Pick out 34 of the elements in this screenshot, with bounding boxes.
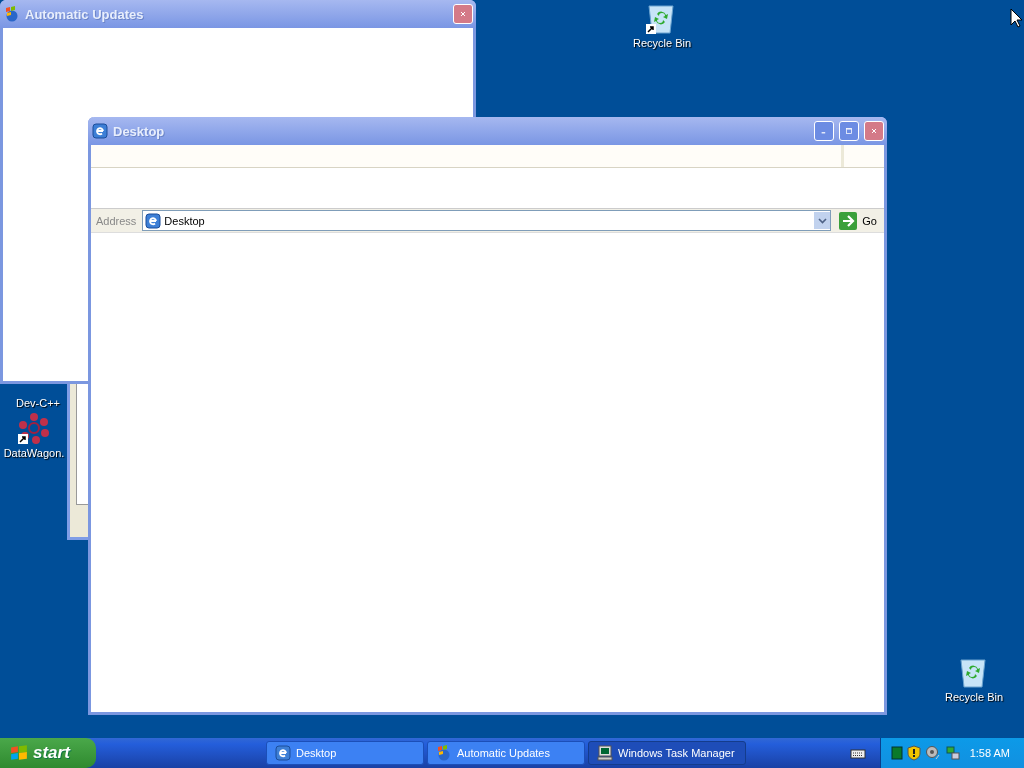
taskbar-button[interactable]: Windows Task Manager [588,741,746,765]
icon-label[interactable]: DataWagon. [3,447,65,459]
keyboard-icon[interactable] [850,747,866,759]
updates-icon [4,6,20,22]
browser-icon [275,745,291,761]
monitor-icon [597,745,613,761]
taskbar-button[interactable]: Desktop [266,741,424,765]
maximize-button[interactable] [839,121,859,141]
shield-icon[interactable] [907,745,921,761]
minimize-button[interactable] [814,121,834,141]
network-icon[interactable] [945,745,961,761]
window-title: Automatic Updates [25,6,145,22]
address-label: Address [95,214,138,227]
close-button[interactable] [453,4,473,24]
close-button[interactable] [864,121,884,141]
windows-flag-icon [10,744,28,762]
recycle-bin-icon [958,656,988,688]
molecule-icon [18,412,50,444]
taskbar-button[interactable]: Automatic Updates [427,741,585,765]
icon-label[interactable]: Dev-C++ [16,397,60,409]
window-title: Desktop [113,123,166,139]
updates-icon [436,745,452,761]
chevron-down-icon [817,217,827,224]
icon-label[interactable]: Recycle Bin [632,37,692,49]
go-button[interactable]: Go [835,211,881,230]
speaker-icon[interactable] [925,745,941,761]
browser-icon [92,123,108,139]
dropdown-button[interactable] [814,212,831,229]
maximize-icon [846,125,852,137]
cursor-icon [1010,8,1023,28]
browser-icon [145,212,162,229]
address-field[interactable]: Desktop [142,210,832,231]
icon-label[interactable]: Recycle Bin [944,691,1004,703]
start-button[interactable]: start [0,738,96,768]
